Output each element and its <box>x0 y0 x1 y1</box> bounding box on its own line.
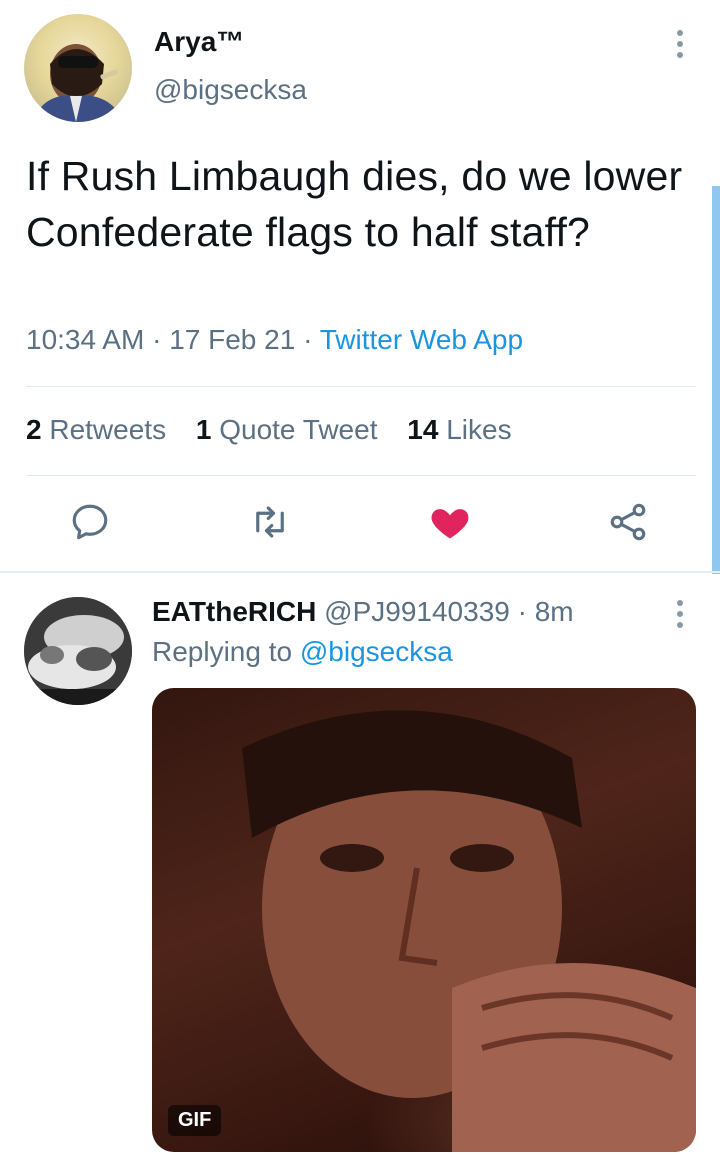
retweets-label: Retweets <box>49 414 167 445</box>
quotes-label: Quote Tweet <box>219 414 378 445</box>
retweets-stat[interactable]: 2 Retweets <box>26 414 166 445</box>
more-options-icon[interactable] <box>676 30 684 63</box>
divider <box>26 475 696 476</box>
tweet-date[interactable]: 17 Feb 21 <box>169 324 295 355</box>
quotes-count: 1 <box>195 414 212 445</box>
share-button[interactable] <box>604 498 652 546</box>
likes-stat[interactable]: 14 Likes <box>407 414 511 445</box>
quotes-stat[interactable]: 1 Quote Tweet <box>196 414 378 445</box>
meta-separator: · <box>517 596 535 627</box>
replying-to-prefix: Replying to <box>152 636 293 667</box>
reply-more-options-icon[interactable] <box>676 600 684 633</box>
avatar-image <box>32 44 124 122</box>
reply-icon <box>72 504 108 540</box>
section-divider <box>0 571 720 573</box>
author-avatar[interactable] <box>24 14 132 122</box>
share-icon <box>610 503 646 541</box>
replying-to-handle[interactable]: @bigsecksa <box>300 636 453 667</box>
tweet-time[interactable]: 10:34 AM <box>26 324 144 355</box>
gif-badge: GIF <box>168 1105 222 1136</box>
reply-author-handle[interactable]: @PJ99140339 <box>324 596 510 627</box>
reply-author-avatar[interactable] <box>24 597 132 705</box>
retweet-icon <box>256 506 284 538</box>
likes-label: Likes <box>446 414 512 445</box>
gif-frame <box>152 688 696 1152</box>
author-name[interactable]: Arya™ <box>154 26 244 58</box>
author-handle[interactable]: @bigsecksa <box>154 74 307 106</box>
scrollbar[interactable] <box>712 186 720 574</box>
gif-media[interactable]: GIF <box>152 688 696 1152</box>
tweet-meta: 10:34 AM · 17 Feb 21 · Twitter Web App <box>26 324 523 356</box>
reply-button[interactable] <box>66 498 114 546</box>
meta-separator: · <box>152 324 170 355</box>
avatar-image <box>24 597 132 705</box>
heart-icon <box>431 509 469 539</box>
replying-to: Replying to @bigsecksa <box>152 636 453 668</box>
reply-author-name[interactable]: EATtheRICH <box>152 596 316 627</box>
tweet-text: If Rush Limbaugh dies, do we lower Confe… <box>26 153 683 255</box>
retweets-count: 2 <box>26 414 42 445</box>
tweet-source[interactable]: Twitter Web App <box>320 324 523 355</box>
retweet-button[interactable] <box>246 498 294 546</box>
reply-header: EATtheRICH @PJ99140339 · 8m <box>152 596 574 628</box>
divider <box>26 386 696 387</box>
like-button[interactable] <box>426 498 474 546</box>
meta-separator: · <box>303 324 320 355</box>
likes-count: 14 <box>407 414 439 445</box>
reply-time[interactable]: 8m <box>535 596 574 627</box>
tweet-stats: 2 Retweets 1 Quote Tweet 14 Likes <box>26 414 512 446</box>
